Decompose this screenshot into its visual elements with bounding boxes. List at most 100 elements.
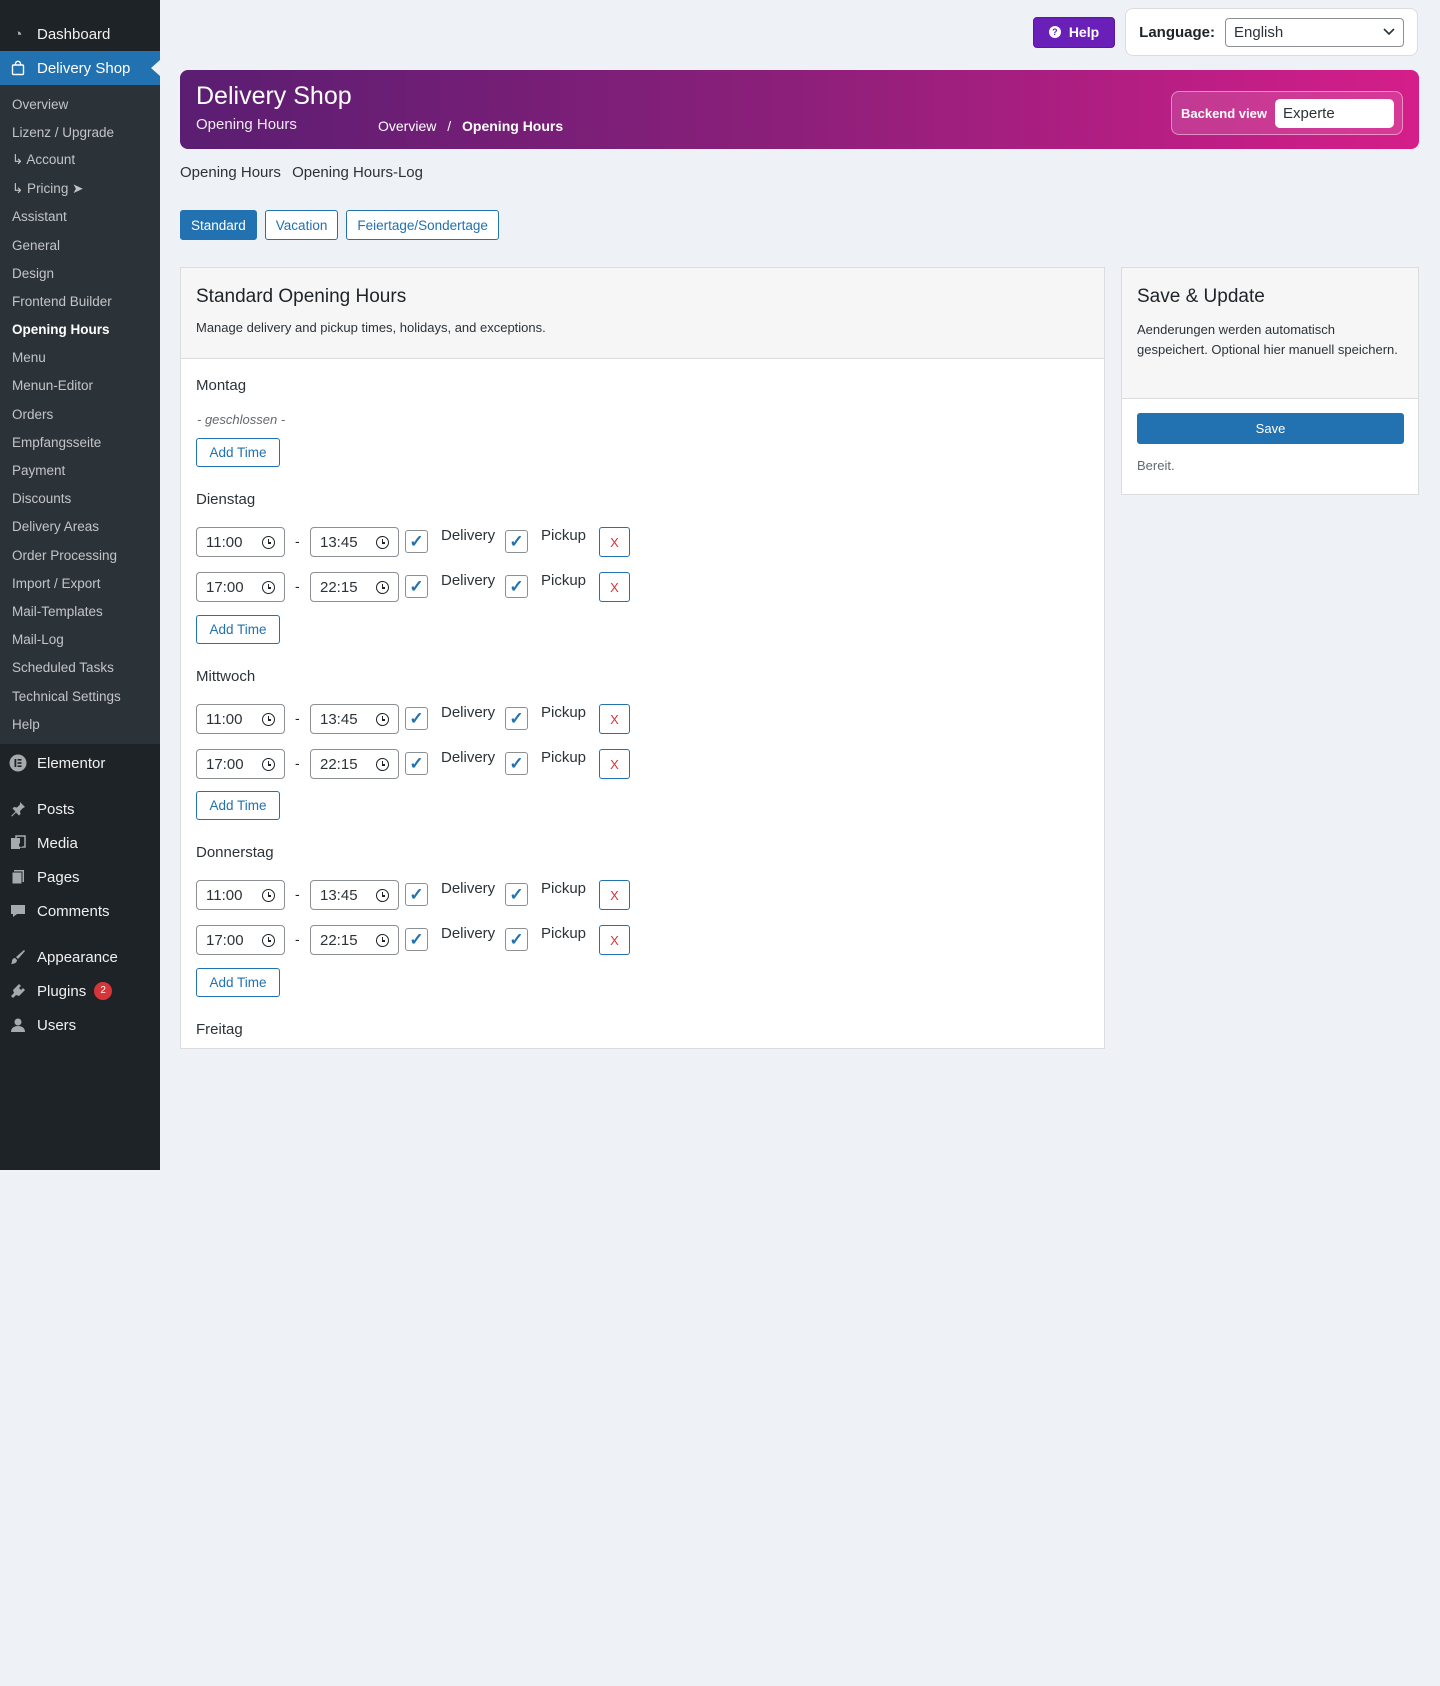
delivery-shop-submenu: Overview Lizenz / Upgrade ↳ Account ↳ Pr…	[0, 85, 160, 745]
submenu-pricing[interactable]: ↳ Pricing ➤	[0, 175, 160, 203]
menu-pages[interactable]: Pages	[0, 860, 160, 894]
admin-sidebar: ◔ Dashboard Delivery Shop Overview Lizen…	[0, 0, 160, 1170]
submenu-mail-templates[interactable]: Mail-Templates	[0, 597, 160, 625]
submenu-frontend-builder[interactable]: Frontend Builder	[0, 287, 160, 315]
submenu-account[interactable]: ↳ Account	[0, 146, 160, 174]
tab-vacation[interactable]: Vacation	[264, 210, 339, 240]
menu-plugins[interactable]: Plugins 2	[0, 974, 160, 1008]
submenu-assistant[interactable]: Assistant	[0, 203, 160, 231]
subnav-opening-hours[interactable]: Opening Hours	[180, 164, 281, 181]
menu-delivery-shop[interactable]: Delivery Shop	[0, 51, 160, 85]
remove-slot-button[interactable]: X	[599, 527, 630, 557]
menu-posts[interactable]: Posts	[0, 792, 160, 826]
submenu-import-export[interactable]: Import / Export	[0, 569, 160, 597]
language-select[interactable]: English	[1225, 17, 1404, 47]
menu-comments-label: Comments	[37, 902, 110, 920]
menu-appearance[interactable]: Appearance	[0, 940, 160, 974]
submenu-scheduled-tasks[interactable]: Scheduled Tasks	[0, 654, 160, 682]
time-from-input[interactable]: 11:00	[196, 704, 285, 734]
delivery-label: Delivery	[441, 704, 496, 721]
pickup-checkbox[interactable]: ✓	[505, 575, 528, 598]
subnav-opening-hours-log[interactable]: Opening Hours-Log	[292, 164, 423, 181]
clock-icon	[376, 758, 389, 771]
submenu-menu-editor[interactable]: Menun-Editor	[0, 372, 160, 400]
menu-elementor[interactable]: Elementor	[0, 746, 160, 780]
menu-separator	[0, 780, 160, 792]
time-from-input[interactable]: 11:00	[196, 527, 285, 557]
submenu-discounts[interactable]: Discounts	[0, 485, 160, 513]
menu-media[interactable]: Media	[0, 826, 160, 860]
remove-slot-button[interactable]: X	[599, 925, 630, 955]
time-slot-row: 11:00 - 13:45 ✓ Delivery ✓ Pickup X	[196, 527, 656, 557]
pickup-label: Pickup	[541, 704, 587, 721]
time-to-input[interactable]: 13:45	[310, 527, 399, 557]
delivery-checkbox[interactable]: ✓	[405, 928, 428, 951]
chevron-down-icon	[1383, 28, 1395, 36]
backend-view-select[interactable]: Experte	[1275, 98, 1394, 128]
submenu-technical-settings[interactable]: Technical Settings	[0, 682, 160, 710]
pickup-label: Pickup	[541, 527, 587, 544]
tab-standard[interactable]: Standard	[180, 210, 257, 240]
pickup-checkbox[interactable]: ✓	[505, 530, 528, 553]
day-label-donnerstag: Donnerstag	[196, 844, 274, 861]
menu-users[interactable]: Users	[0, 1008, 160, 1042]
remove-slot-button[interactable]: X	[599, 572, 630, 602]
add-time-button-donnerstag[interactable]: Add Time	[196, 968, 280, 997]
add-time-button-mittwoch[interactable]: Add Time	[196, 791, 280, 820]
tab-holidays[interactable]: Feiertage/Sondertage	[346, 210, 499, 240]
time-to-value: 22:15	[320, 931, 358, 949]
submenu-design[interactable]: Design	[0, 259, 160, 287]
save-button[interactable]: Save	[1137, 413, 1404, 444]
plugins-update-badge: 2	[94, 982, 113, 1001]
remove-slot-button[interactable]: X	[599, 704, 630, 734]
time-slot-row: 17:00 - 22:15 ✓ Delivery ✓ Pickup X	[196, 572, 656, 602]
clock-icon	[262, 889, 275, 902]
remove-slot-button[interactable]: X	[599, 749, 630, 779]
menu-dashboard[interactable]: ◔ Dashboard	[0, 17, 160, 51]
time-to-input[interactable]: 13:45	[310, 880, 399, 910]
delivery-checkbox[interactable]: ✓	[405, 575, 428, 598]
pickup-checkbox[interactable]: ✓	[505, 707, 528, 730]
time-to-value: 22:15	[320, 578, 358, 596]
delivery-checkbox[interactable]: ✓	[405, 707, 428, 730]
save-update-panel: Save & Update Aenderungen werden automat…	[1121, 267, 1419, 495]
time-from-value: 17:00	[206, 931, 244, 949]
time-from-input[interactable]: 17:00	[196, 572, 285, 602]
help-button[interactable]: ? Help	[1032, 16, 1116, 48]
time-to-input[interactable]: 22:15	[310, 749, 399, 779]
time-from-input[interactable]: 11:00	[196, 880, 285, 910]
time-from-value: 11:00	[206, 533, 243, 551]
time-to-input[interactable]: 22:15	[310, 925, 399, 955]
submenu-payment[interactable]: Payment	[0, 456, 160, 484]
time-from-input[interactable]: 17:00	[196, 925, 285, 955]
add-time-button-montag[interactable]: Add Time	[196, 438, 280, 467]
delivery-label: Delivery	[441, 572, 496, 589]
submenu-mail-log[interactable]: Mail-Log	[0, 626, 160, 654]
time-from-value: 11:00	[206, 886, 243, 904]
time-to-input[interactable]: 22:15	[310, 572, 399, 602]
submenu-help[interactable]: Help	[0, 710, 160, 738]
add-time-button-dienstag[interactable]: Add Time	[196, 615, 280, 644]
submenu-general[interactable]: General	[0, 231, 160, 259]
clock-icon	[376, 934, 389, 947]
submenu-overview[interactable]: Overview	[0, 90, 160, 118]
time-from-input[interactable]: 17:00	[196, 749, 285, 779]
remove-slot-button[interactable]: X	[599, 880, 630, 910]
pickup-checkbox[interactable]: ✓	[505, 883, 528, 906]
submenu-opening-hours[interactable]: Opening Hours	[0, 316, 160, 344]
submenu-menu[interactable]: Menu	[0, 344, 160, 372]
delivery-checkbox[interactable]: ✓	[405, 883, 428, 906]
time-to-input[interactable]: 13:45	[310, 704, 399, 734]
breadcrumb-overview-link[interactable]: Overview	[378, 118, 436, 134]
submenu-delivery-areas[interactable]: Delivery Areas	[0, 513, 160, 541]
delivery-checkbox[interactable]: ✓	[405, 752, 428, 775]
submenu-reception-page[interactable]: Empfangsseite	[0, 428, 160, 456]
pickup-checkbox[interactable]: ✓	[505, 928, 528, 951]
pickup-checkbox[interactable]: ✓	[505, 752, 528, 775]
submenu-order-processing[interactable]: Order Processing	[0, 541, 160, 569]
language-label: Language:	[1139, 23, 1215, 41]
submenu-license-upgrade[interactable]: Lizenz / Upgrade	[0, 118, 160, 146]
menu-comments[interactable]: Comments	[0, 894, 160, 928]
submenu-orders[interactable]: Orders	[0, 400, 160, 428]
delivery-checkbox[interactable]: ✓	[405, 530, 428, 553]
